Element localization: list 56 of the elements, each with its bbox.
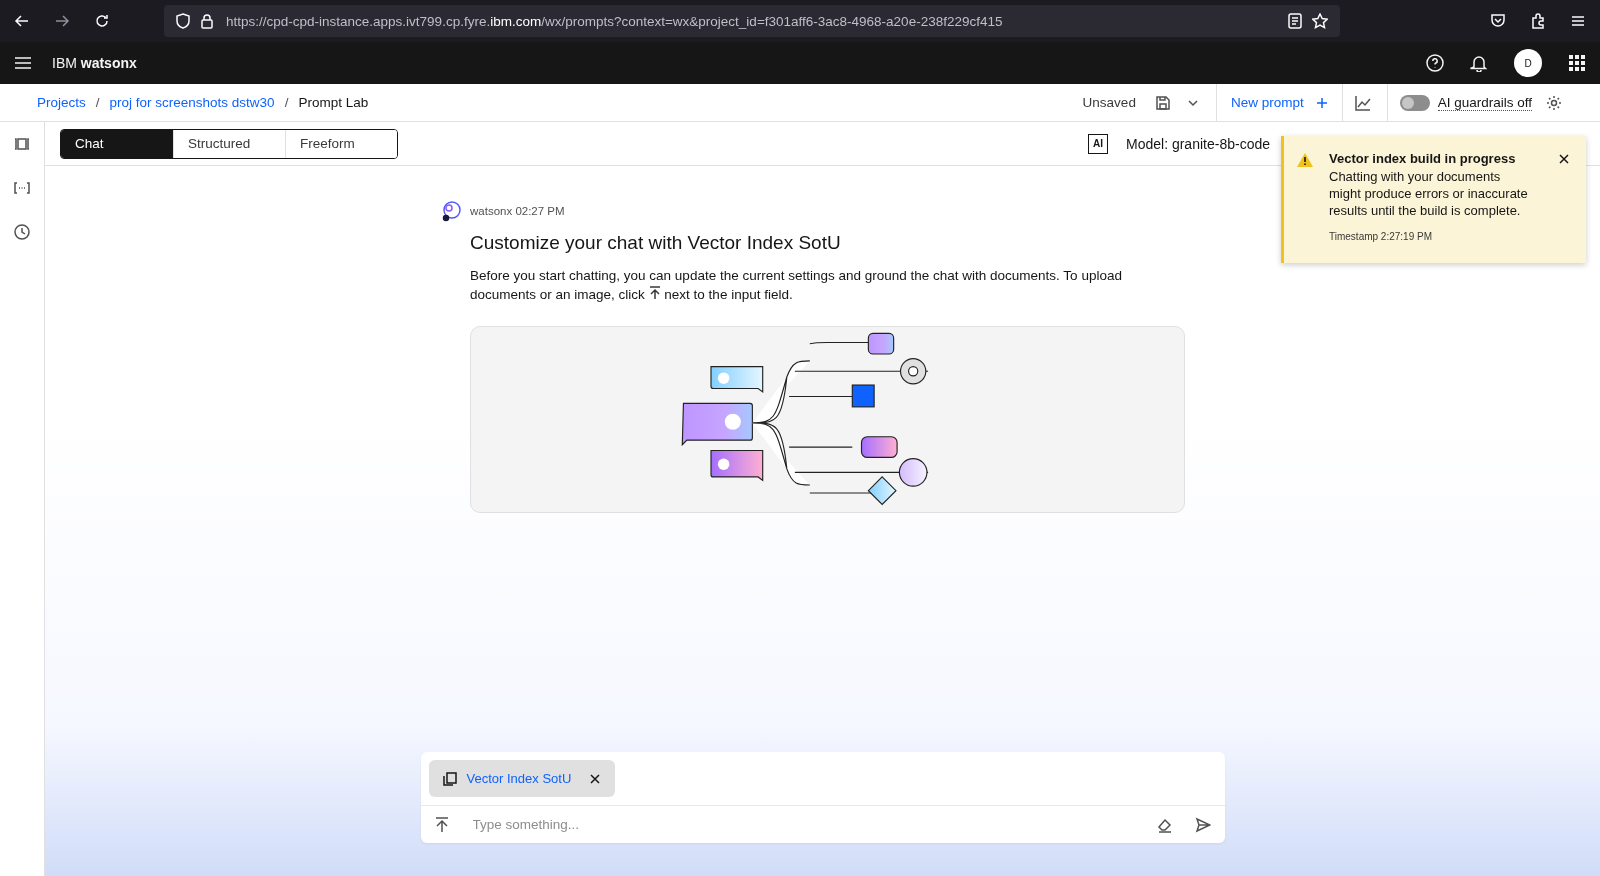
notification-timestamp: Timestamp 2:27:19 PM [1329,231,1433,242]
settings-icon[interactable] [1546,94,1562,111]
extensions-icon[interactable] [1530,13,1546,29]
variables-icon[interactable] [14,180,30,196]
reader-view-icon[interactable] [1288,13,1302,29]
lock-icon [200,13,214,29]
guardrails-toggle[interactable] [1399,94,1430,111]
mode-tab[interactable]: Freeform [285,129,397,158]
breadcrumb-link[interactable]: proj for screenshots dstw30 [109,95,275,110]
chart-icon[interactable] [1354,94,1371,111]
panel-icon[interactable] [14,136,30,152]
new-prompt-button[interactable]: New prompt [1228,95,1342,110]
eraser-icon[interactable] [1156,816,1173,833]
breadcrumb-current: Prompt Lab [298,95,369,110]
product-name[interactable]: IBM watsonx [52,55,137,71]
reload-icon[interactable] [94,13,110,29]
chip-label[interactable]: Vector Index SotU [466,771,572,786]
close-icon[interactable] [1558,153,1570,165]
close-icon[interactable] [589,772,602,785]
mode-tab[interactable]: Chat [61,129,173,158]
breadcrumb-link[interactable]: Projects [37,95,86,110]
message-text: Before you start chatting, you can update the current settings and ground the chat with documents. To upload documents or an image, click next to the input field. [470,267,1123,304]
save-icon[interactable] [1155,95,1170,110]
url-text: https://cpd-cpd-instance.apps.ivt799.cp.fyre.ibm.com/wx/prompts?context=wx&project_id=f301aff6-3ac8-4968-a20e-238f229cf415 [226,13,1003,29]
menu-icon[interactable] [1570,13,1586,29]
message-sender-time: watsonx 02:27 PM [470,205,565,217]
breadcrumb-separator: / [95,95,100,110]
back-arrow-icon[interactable] [14,13,30,29]
shield-icon [176,13,190,29]
star-icon[interactable] [1312,13,1328,29]
breadcrumb-separator: / [284,95,289,110]
upload-icon [648,286,661,300]
user-avatar[interactable]: D [1514,49,1542,77]
warning-icon [1297,153,1313,167]
forward-arrow-icon[interactable] [54,13,70,29]
menu-icon[interactable] [14,54,32,72]
ai-badge: AI [1088,133,1108,154]
app-switcher-icon[interactable] [1568,54,1586,72]
chat-input-field[interactable]: Type something... [470,816,1157,833]
notification-bell-icon[interactable] [1470,54,1488,72]
document-chip[interactable]: Vector Index SotU [428,760,616,797]
plus-icon [1315,96,1328,109]
history-clock-icon[interactable] [14,224,30,240]
message-title: Customize your chat with Vector Index SotU [470,232,842,254]
notification-title: Vector index build in progress [1329,151,1517,166]
address-bar[interactable]: https://cpd-cpd-instance.apps.ivt799.cp.fyre.ibm.com/wx/prompts?context=wx&project_id=f301aff6-3ac8-4968-a20e-238f229cf415 [164,5,1340,37]
notification-text: Chatting with your documents might produce errors or inaccurate results until the build is complete. [1329,168,1529,219]
save-status: Unsaved [1082,95,1136,110]
model-selector[interactable]: Model: granite-8b-code [1126,135,1270,152]
watsonx-logo-icon [440,200,462,222]
documents-icon [442,771,457,786]
send-icon[interactable] [1194,816,1211,833]
upload-icon[interactable] [434,816,449,833]
pocket-icon[interactable] [1490,13,1506,29]
guardrails-label: AI guardrails off [1437,94,1532,111]
help-icon[interactable] [1426,54,1444,72]
